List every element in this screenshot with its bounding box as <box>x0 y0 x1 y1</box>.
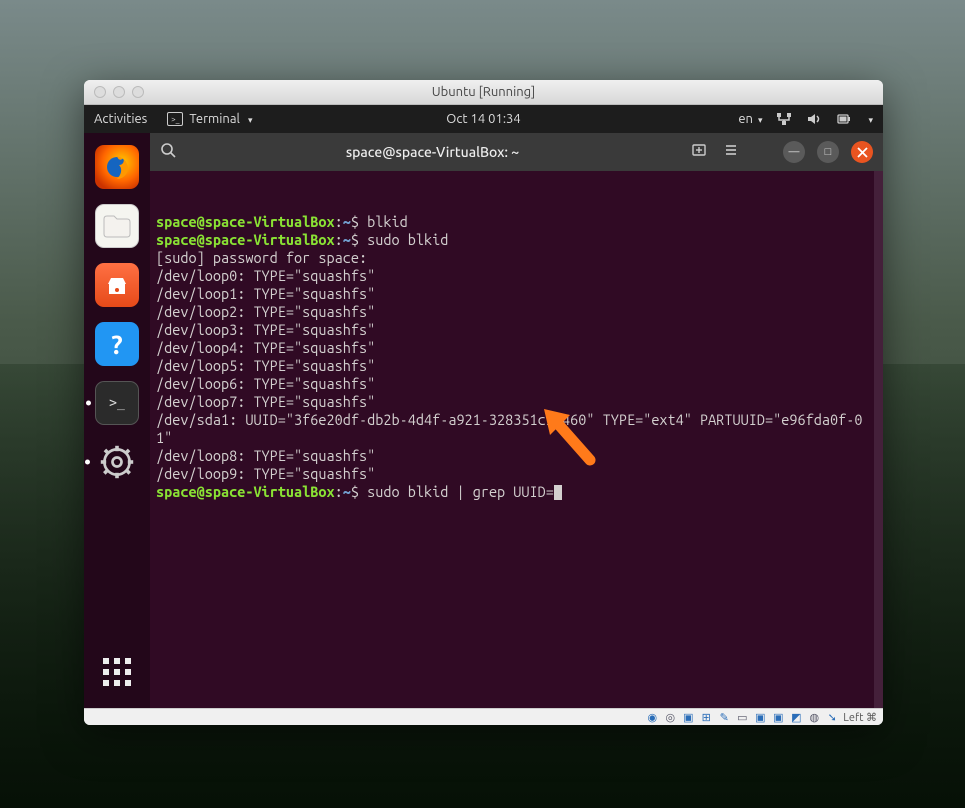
apps-grid-icon <box>103 658 131 686</box>
app-menu[interactable]: >_ Terminal <box>167 112 252 126</box>
sb-globe-icon[interactable]: ◍ <box>807 710 821 724</box>
dock-settings[interactable] <box>95 440 139 484</box>
gnome-top-bar: Activities >_ Terminal Oct 14 01:34 en <box>84 105 883 133</box>
sb-capture-icon[interactable]: ▣ <box>753 710 767 724</box>
app-menu-label: Terminal <box>189 112 240 126</box>
sb-shared-icon[interactable]: ✎ <box>717 710 731 724</box>
sb-display-icon[interactable]: ▭ <box>735 710 749 724</box>
sb-optical-icon[interactable]: ◎ <box>663 710 677 724</box>
dock-help[interactable]: ? <box>95 322 139 366</box>
sb-disk-icon[interactable]: ◉ <box>645 710 659 724</box>
guest-desktop: Activities >_ Terminal Oct 14 01:34 en <box>84 105 883 708</box>
network-icon[interactable] <box>776 111 792 127</box>
minimize-button[interactable]: — <box>783 141 805 163</box>
dock-firefox[interactable] <box>95 145 139 189</box>
sb-record-icon[interactable]: ▣ <box>771 710 785 724</box>
volume-icon[interactable] <box>806 111 822 127</box>
dock-files[interactable] <box>95 204 139 248</box>
dock-terminal[interactable]: >_ <box>95 381 139 425</box>
new-tab-icon[interactable] <box>689 142 709 162</box>
sb-usb-icon[interactable]: ▣ <box>681 710 695 724</box>
dock-show-apps[interactable] <box>95 650 139 694</box>
dock-software[interactable] <box>95 263 139 307</box>
hamburger-menu-icon[interactable] <box>721 142 741 162</box>
dock: ? >_ <box>84 133 150 708</box>
virtualbox-window: Ubuntu [Running] Activities >_ Terminal … <box>84 80 883 725</box>
terminal-title: space@space-VirtualBox: ~ <box>188 144 677 160</box>
vm-title: Ubuntu [Running] <box>84 85 883 99</box>
system-menu-chevron-icon[interactable] <box>866 112 873 126</box>
terminal-header[interactable]: space@space-VirtualBox: ~ — □ <box>150 133 883 171</box>
activities-button[interactable]: Activities <box>94 112 147 126</box>
sb-mouse-icon[interactable]: ➘ <box>825 710 839 724</box>
close-button[interactable] <box>851 141 873 163</box>
input-language[interactable]: en <box>738 112 762 126</box>
maximize-button[interactable]: □ <box>817 141 839 163</box>
search-icon[interactable] <box>160 142 176 162</box>
sb-network-icon[interactable]: ⊞ <box>699 710 713 724</box>
battery-icon[interactable] <box>836 111 852 127</box>
chevron-down-icon <box>246 112 253 126</box>
chevron-down-icon <box>756 112 763 126</box>
vm-titlebar[interactable]: Ubuntu [Running] <box>84 80 883 105</box>
vm-statusbar: ◉ ◎ ▣ ⊞ ✎ ▭ ▣ ▣ ◩ ◍ ➘ Left ⌘ <box>84 708 883 725</box>
scrollbar[interactable] <box>874 171 883 708</box>
terminal-window: space@space-VirtualBox: ~ — □ space@spac… <box>150 133 883 708</box>
sb-clipboard-icon[interactable]: ◩ <box>789 710 803 724</box>
terminal-output[interactable]: space@space-VirtualBox:~$ blkidspace@spa… <box>150 171 883 708</box>
terminal-icon: >_ <box>167 112 183 126</box>
host-key-label: Left ⌘ <box>843 711 877 724</box>
